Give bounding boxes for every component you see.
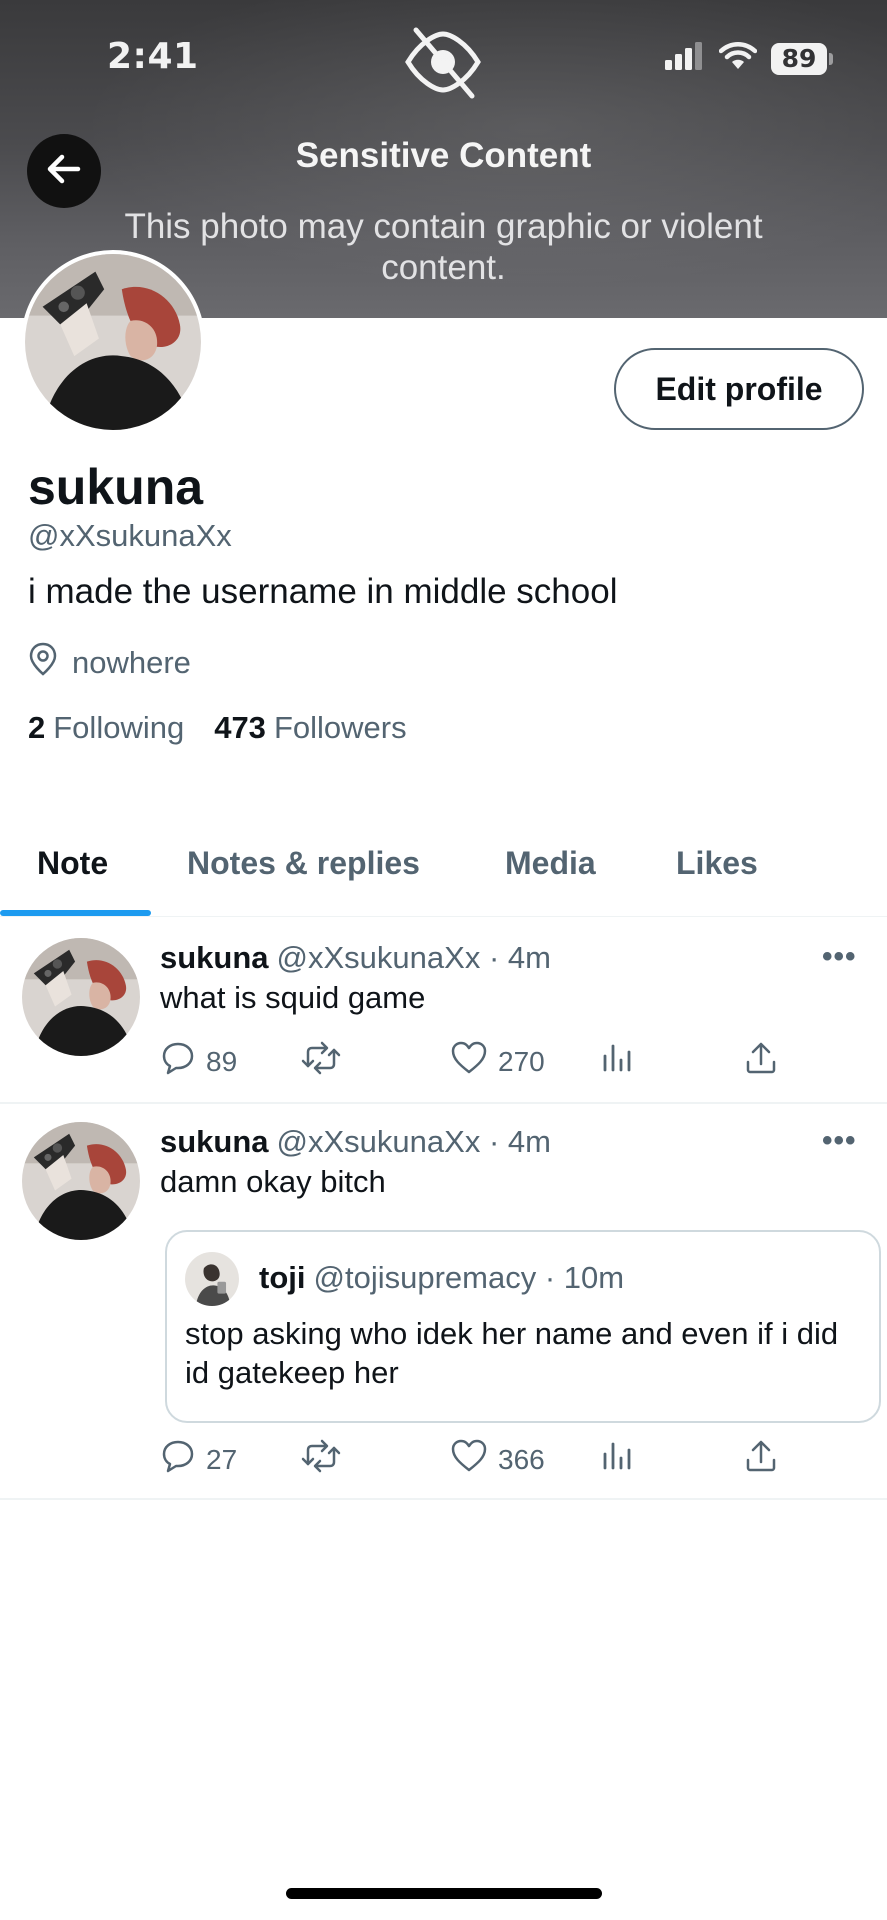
comment-icon <box>160 1040 196 1083</box>
comment-icon <box>160 1438 196 1481</box>
ellipsis-icon[interactable]: ••• <box>822 940 857 974</box>
tab-note[interactable]: Note <box>37 845 108 882</box>
quote-handle[interactable]: @tojisupremacy <box>314 1260 537 1295</box>
profile-display-name: sukuna <box>28 459 204 515</box>
quote-time: · 10m <box>544 1260 625 1295</box>
repost-button[interactable] <box>300 1040 342 1083</box>
followers-label: Followers <box>273 710 407 745</box>
heart-icon <box>450 1040 488 1083</box>
following-link[interactable]: 2 Following <box>28 710 184 746</box>
tab-notes-replies[interactable]: Notes & replies <box>187 845 420 882</box>
post-actions: 27 366 <box>160 1438 800 1488</box>
edit-profile-button[interactable]: Edit profile <box>614 348 864 430</box>
sensitive-content-description: This photo may contain graphic or violen… <box>124 207 763 287</box>
views-button[interactable] <box>600 1438 634 1479</box>
post-time: · 4m <box>488 1124 551 1159</box>
status-icons: 89 <box>665 42 833 75</box>
signal-icon <box>665 42 705 75</box>
post-author[interactable]: sukuna <box>160 940 269 975</box>
home-indicator[interactable] <box>286 1888 602 1899</box>
bar-chart-icon <box>600 1438 634 1479</box>
battery-indicator: 89 <box>771 42 833 75</box>
like-button[interactable]: 270 <box>450 1040 545 1083</box>
repost-icon <box>300 1040 342 1083</box>
post-divider <box>0 1498 887 1500</box>
share-button[interactable] <box>743 1438 779 1481</box>
ellipsis-icon[interactable]: ••• <box>822 1124 857 1158</box>
bar-chart-icon <box>600 1040 634 1081</box>
map-pin-icon <box>28 642 58 684</box>
followers-count: 473 <box>214 710 266 745</box>
reply-count: 27 <box>206 1443 238 1475</box>
status-time: 2:41 <box>107 36 199 77</box>
tab-likes[interactable]: Likes <box>676 845 758 882</box>
quote-avatar[interactable] <box>185 1252 239 1306</box>
views-button[interactable] <box>600 1040 634 1081</box>
post-text: what is squid game <box>160 980 426 1015</box>
quote-header: toji @tojisupremacy · 10m <box>259 1260 624 1296</box>
post-text: damn okay bitch <box>160 1164 386 1199</box>
post-header: sukuna @xXsukunaXx · 4m <box>160 1124 551 1160</box>
profile-handle: @xXsukunaXx <box>28 518 232 553</box>
heart-icon <box>450 1438 488 1481</box>
post-handle[interactable]: @xXsukunaXx <box>277 1124 481 1159</box>
post-author[interactable]: sukuna <box>160 1124 269 1159</box>
wifi-icon <box>718 42 758 75</box>
tabs-divider <box>0 916 887 917</box>
reply-button[interactable]: 89 <box>160 1040 237 1083</box>
tab-media[interactable]: Media <box>505 845 596 882</box>
profile-avatar[interactable] <box>21 250 205 434</box>
like-count: 270 <box>498 1045 545 1077</box>
like-count: 366 <box>498 1443 545 1475</box>
eye-slash-icon <box>400 22 486 105</box>
followers-link[interactable]: 473 Followers <box>214 710 406 746</box>
location-text: nowhere <box>72 645 191 680</box>
following-label: Following <box>53 710 185 745</box>
profile-tabs: Note Notes & replies Media Likes <box>0 815 887 920</box>
post-actions: 89 270 <box>160 1040 800 1090</box>
post-time: · 4m <box>488 940 551 975</box>
post-divider <box>0 1102 887 1104</box>
profile-bio: i made the username in middle school <box>28 572 618 611</box>
following-count: 2 <box>28 710 46 745</box>
post-handle[interactable]: @xXsukunaXx <box>277 940 481 975</box>
quoted-post[interactable]: toji @tojisupremacy · 10m stop asking who… <box>165 1230 881 1423</box>
post-avatar[interactable] <box>22 1122 140 1240</box>
repost-button[interactable] <box>300 1438 342 1481</box>
sensitive-content-title: Sensitive Content <box>295 136 592 175</box>
like-button[interactable]: 366 <box>450 1438 545 1481</box>
share-button[interactable] <box>743 1040 779 1083</box>
repost-icon <box>300 1438 342 1481</box>
post-avatar[interactable] <box>22 938 140 1056</box>
share-icon <box>743 1040 779 1083</box>
quote-author[interactable]: toji <box>259 1260 306 1295</box>
reply-count: 89 <box>206 1045 238 1077</box>
post-header: sukuna @xXsukunaXx · 4m <box>160 940 551 976</box>
quote-text: stop asking who idek her name and even i… <box>185 1316 839 1390</box>
profile-location: nowhere <box>28 642 191 684</box>
share-icon <box>743 1438 779 1481</box>
follow-stats: 2 Following 473 Followers <box>28 710 407 746</box>
reply-button[interactable]: 27 <box>160 1438 237 1481</box>
